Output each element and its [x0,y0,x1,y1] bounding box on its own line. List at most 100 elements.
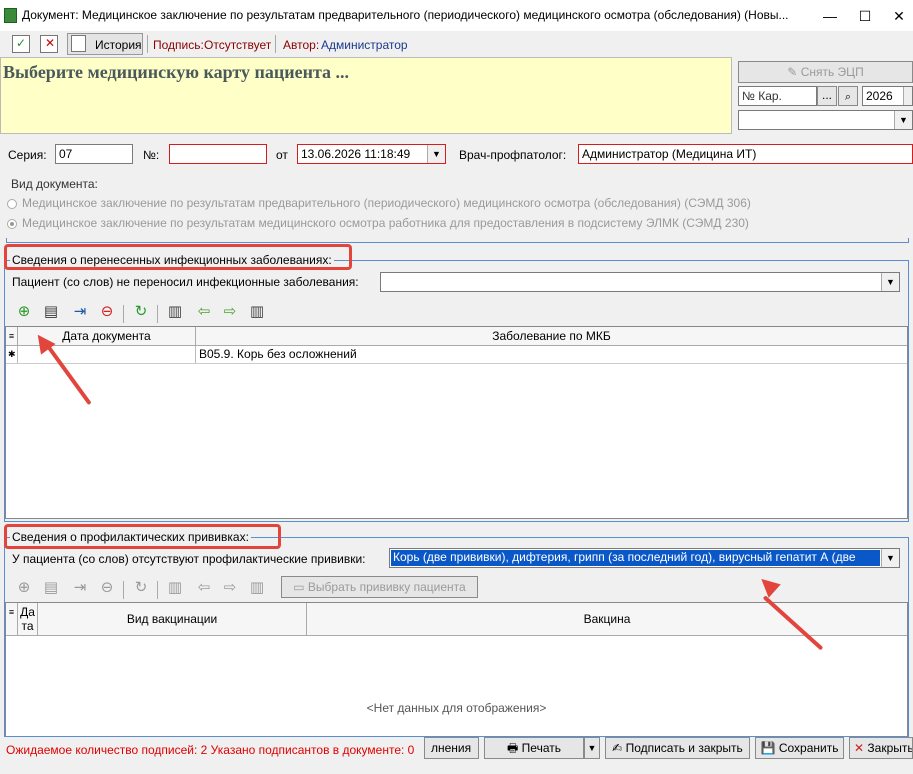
col-vaccine[interactable]: Вакцина [307,603,907,636]
card-number-input[interactable]: № Кар. [738,86,817,106]
doctor-label: Врач-профпатолог: [459,148,567,162]
infections-patient-dropdown[interactable]: ▼ [380,272,900,292]
patient-card-prompt: Выберите медицинскую карту пациента ... [3,62,349,82]
col-vaccination-type[interactable]: Вид вакцинации [38,603,307,636]
history-button[interactable]: История [67,33,143,55]
year-input[interactable]: 2026 [862,86,913,106]
doc-type-radio-306[interactable] [7,199,17,209]
row-disease: B05.9. Корь без осложнений [196,346,907,364]
doctor-input[interactable]: Администратор (Медицина ИТ) [578,144,913,164]
doctor-value: Администратор (Медицина ИТ) [582,147,757,161]
fill-button[interactable]: лнения [424,737,479,759]
doc-type-option-306: Медицинское заключение по результатам пр… [22,196,751,210]
save-icon: 💾 [760,741,779,755]
chevron-down-icon[interactable]: ▼ [427,145,445,163]
card-select-dropdown[interactable]: ▼ [738,110,913,130]
arrow-right-icon[interactable]: ⇨ [220,578,240,598]
add-icon[interactable]: ⊕ [14,578,34,598]
export-icon[interactable]: ⇥ [70,302,90,322]
delete-icon[interactable]: ⊖ [97,302,117,322]
toolbar-separator [123,581,124,599]
refresh-icon[interactable]: ↻ [131,578,151,598]
add-icon[interactable]: ⊕ [14,302,34,322]
signatures-status-text: Ожидаемое количество подписей: 2 Указано… [6,743,415,757]
toolbar-separator [123,305,124,323]
close-button[interactable]: ✕ Закрыть [849,737,913,759]
sign-and-close-label: Подписать и закрыть [625,741,743,755]
history-label: История [95,38,142,52]
series-value: 07 [59,147,73,161]
author-label: Автор: [283,38,320,52]
col-date[interactable]: Дата [18,603,38,636]
close-window-button[interactable]: ✕ [884,7,913,25]
print-dropdown-button[interactable]: ▼ [584,737,600,759]
chevron-down-icon: ▼ [894,111,912,129]
number-input[interactable] [169,144,267,164]
date-input[interactable]: 13.06.2026 11:18:49 ▼ [297,144,446,164]
toolbar-separator [157,305,158,323]
col-disease-mkb[interactable]: Заболевание по МКБ [196,327,907,346]
infections-patient-label: Пациент (со слов) не переносил инфекцион… [12,275,359,289]
author-value: Администратор [321,38,408,52]
vaccinations-title-highlight [4,524,281,549]
doc-type-radio-230[interactable] [7,219,17,229]
remove-signature-label: Снять ЭЦП [800,65,864,79]
card-browse-button[interactable]: ... [817,86,837,106]
title-bar: Документ: Медицинское заключение по резу… [0,0,913,31]
series-label: Серия: [8,148,47,162]
history-icon [71,35,86,52]
sign-icon: ✍ [612,741,626,755]
row-selector-header: ≡ [6,603,18,636]
table-row[interactable]: ✱ B05.9. Корь без осложнений [6,346,907,365]
maximize-button[interactable]: ☐ [850,7,880,25]
toolbar-separator [275,35,276,53]
export-icon[interactable]: ⇥ [70,578,90,598]
sign-and-close-button[interactable]: ✍ Подписать и закрыть [605,737,750,759]
refresh-icon[interactable]: ↻ [131,302,151,322]
print-button-label: Печать [521,741,561,755]
remove-signature-button: ✎ Снять ЭЦП [738,61,913,83]
columns-config-icon[interactable]: ▥ [247,578,267,598]
infections-grid[interactable]: ≡ Дата документа Заболевание по МКБ ✱ B0… [5,326,908,519]
sign-check-icon[interactable]: ✓ [12,35,30,53]
columns-icon[interactable]: ▥ [165,578,185,598]
empty-grid-text: <Нет данных для отображения> [366,701,547,715]
select-vaccination-label: Выбрать прививку пациента [307,580,466,594]
infections-grid-header: ≡ Дата документа Заболевание по МКБ [6,327,907,346]
year-spinner[interactable] [903,87,912,105]
delete-icon[interactable]: ⊖ [97,578,117,598]
toolbar: ✓ ✕ История Подпись: Отсутствует Автор: … [0,31,913,57]
panel-divider [6,238,909,243]
chevron-down-icon: ▼ [881,273,899,291]
columns-config-icon[interactable]: ▥ [247,302,267,322]
arrow-left-icon[interactable]: ⇦ [194,302,214,322]
select-vaccination-button[interactable]: ▭ Выбрать прививку пациента [281,576,478,598]
doc-type-option-230: Медицинское заключение по результатам ме… [22,216,749,230]
signature-label: Подпись: [153,38,204,52]
toolbar-separator [157,581,158,599]
date-from-label: от [276,148,288,162]
row-indicator: ✱ [6,346,18,364]
edit-icon[interactable]: ▤ [41,302,61,322]
signature-icon: ✎ [787,65,801,79]
close-icon: ✕ [854,741,868,755]
series-input[interactable]: 07 [55,144,133,164]
arrow-left-icon[interactable]: ⇦ [194,578,214,598]
printer-icon: 🖶 [507,741,522,755]
columns-icon[interactable]: ▥ [165,302,185,322]
toolbar-separator [147,35,148,53]
edit-icon[interactable]: ▤ [41,578,61,598]
chevron-down-icon: ▼ [587,743,597,753]
sign-delete-icon[interactable]: ✕ [40,35,58,53]
search-button[interactable]: ⌕ [838,86,858,106]
vaccinations-grid[interactable]: ≡ Дата Вид вакцинации Вакцина <Нет данны… [5,602,908,736]
status-bar: Ожидаемое количество подписей: 2 Указано… [0,737,913,774]
search-icon: ⌕ [844,91,852,103]
card-number-placeholder: № Кар. [742,89,782,103]
chevron-down-icon: ▼ [881,549,899,567]
save-button[interactable]: 💾 Сохранить [755,737,844,759]
vaccinations-patient-dropdown[interactable]: Корь (две прививки), дифтерия, грипп (за… [389,548,900,568]
print-button[interactable]: 🖶 Печать [484,737,584,759]
minimize-button[interactable]: — [815,7,845,25]
arrow-right-icon[interactable]: ⇨ [220,302,240,322]
